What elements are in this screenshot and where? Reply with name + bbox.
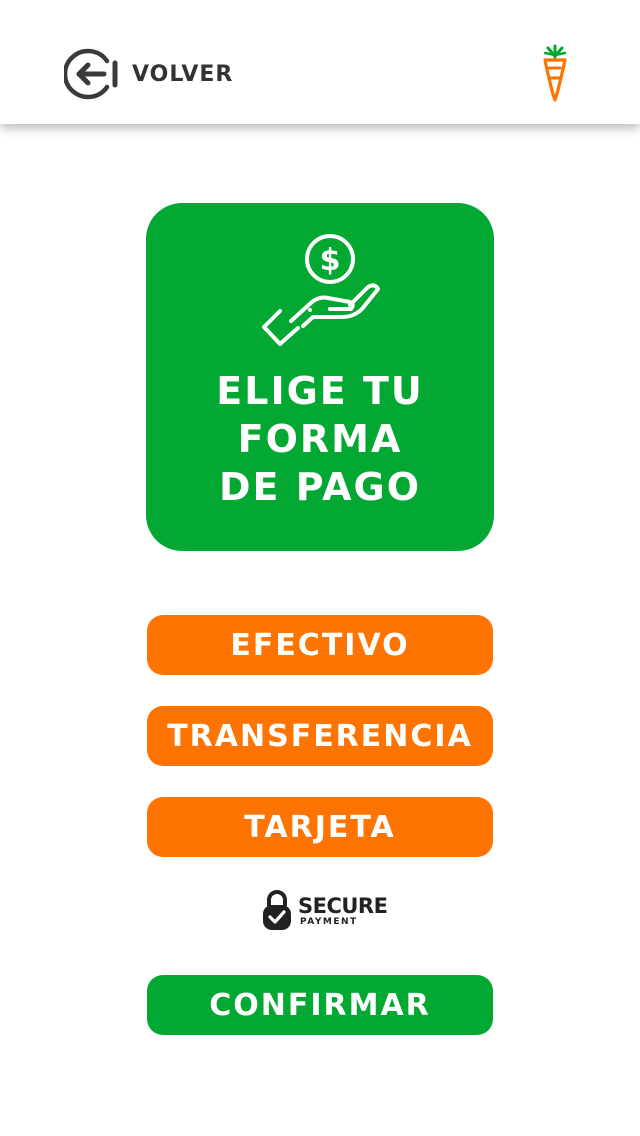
title-line: ELIGE TU [216, 369, 424, 413]
transfer-option-button[interactable]: TRANSFERENCIA [147, 706, 493, 766]
back-arrow-icon [64, 48, 118, 100]
secure-subtitle: PAYMENT [300, 917, 358, 927]
lock-check-icon [263, 890, 291, 930]
secure-payment-badge: SECURE PAYMENT [262, 889, 388, 933]
back-button[interactable]: VOLVER [64, 46, 233, 102]
hand-holding-dollar-icon: $ [262, 234, 380, 346]
title-line: FORMA [237, 417, 403, 461]
payment-method-card: $ ELIGE TU FORMA DE PAGO [146, 203, 494, 551]
title-line: DE PAGO [219, 465, 421, 509]
svg-text:$: $ [320, 243, 341, 278]
carrot-logo-icon [543, 44, 567, 102]
confirm-button[interactable]: CONFIRMAR [147, 975, 493, 1035]
secure-title: SECURE [298, 894, 388, 918]
page-title: ELIGE TU FORMA DE PAGO [146, 367, 494, 511]
card-option-button[interactable]: TARJETA [147, 797, 493, 857]
app-header: VOLVER [0, 0, 640, 124]
back-label: VOLVER [132, 61, 234, 87]
cash-option-button[interactable]: EFECTIVO [147, 615, 493, 675]
